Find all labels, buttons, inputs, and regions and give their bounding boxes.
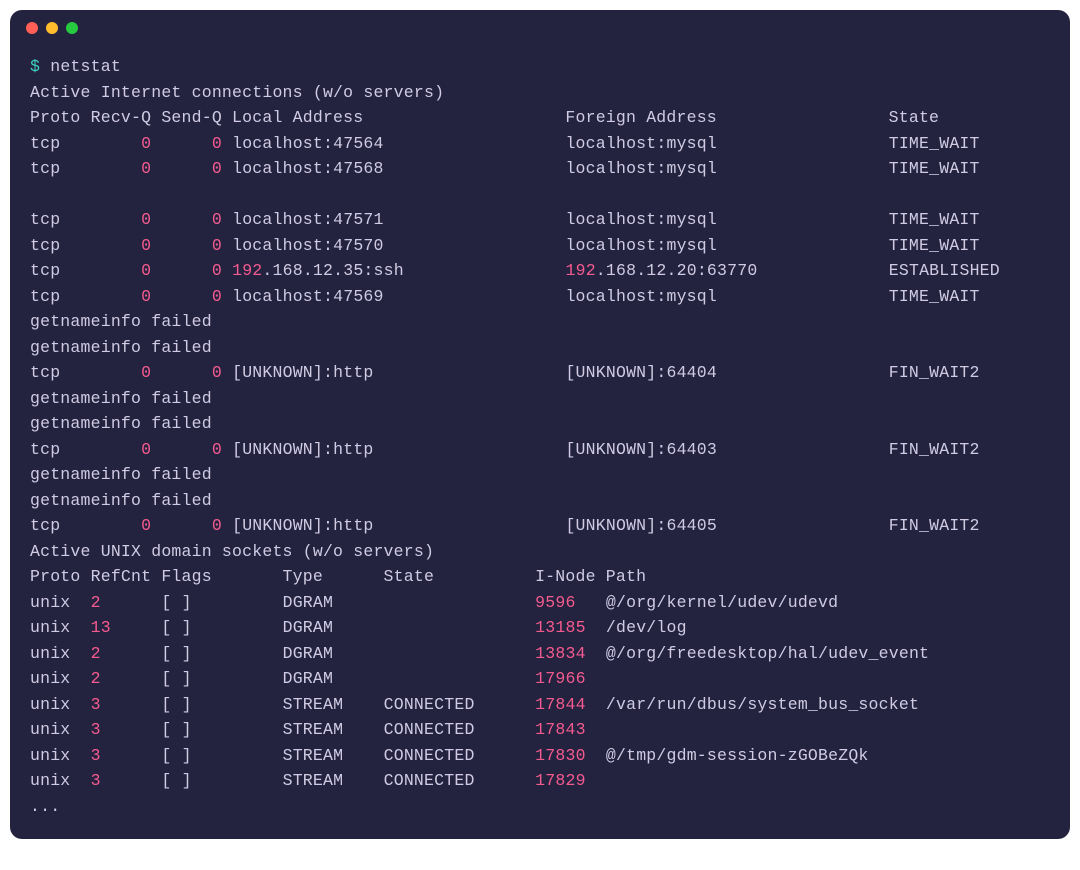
maximize-icon[interactable]	[66, 22, 78, 34]
titlebar	[10, 10, 1070, 46]
minimize-icon[interactable]	[46, 22, 58, 34]
terminal-output[interactable]: $ netstat Active Internet connections (w…	[10, 46, 1070, 839]
terminal-window: $ netstat Active Internet connections (w…	[10, 10, 1070, 839]
close-icon[interactable]	[26, 22, 38, 34]
